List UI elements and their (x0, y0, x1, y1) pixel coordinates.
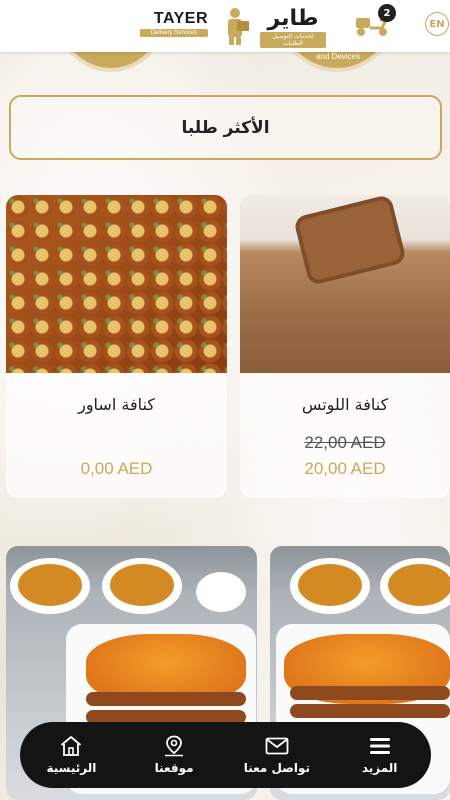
soup (388, 564, 450, 606)
logo-en-title: TAYER (153, 10, 208, 27)
nav-item-more[interactable]: المزيد (335, 727, 425, 783)
product-image-lotus[interactable] (240, 195, 450, 373)
language-toggle-button[interactable]: EN (425, 12, 449, 36)
soup (298, 564, 362, 606)
logo-en-subtitle: Delivery Services (140, 29, 208, 37)
kebab-skewer (290, 704, 450, 718)
kebab-skewer (86, 692, 246, 706)
mail-icon (265, 737, 289, 755)
nav-label-contact: تواصل معنا (243, 761, 310, 775)
pistachio-dots (6, 195, 227, 373)
app-header: TAYER Delivery Services طاير لخدمات التو… (0, 0, 450, 52)
lotus-biscuit-shape (293, 195, 407, 287)
logo-english: TAYER Delivery Services (140, 10, 208, 40)
product-card-lotus[interactable]: كنافة اللوتس 22,00 AED 20,00 AED (240, 195, 450, 498)
delivery-man-icon (216, 6, 254, 46)
menu-icon (369, 738, 390, 754)
yogurt-cup (196, 572, 246, 612)
logo-arabic: طاير لخدمات التوصيل الطلبات (260, 6, 326, 48)
nav-label-more: المزيد (361, 761, 398, 775)
category-circle-right-label: and Devices (315, 52, 361, 61)
soup (18, 564, 82, 606)
cart-count-badge: 2 (378, 4, 396, 22)
nav-label-home: الرئيسية (46, 761, 97, 775)
product-price: 20,00 AED (304, 459, 386, 478)
product-name[interactable]: كنافة اللوتس (240, 395, 450, 414)
product-image-asawer[interactable] (6, 195, 227, 373)
tayer-logo[interactable]: TAYER Delivery Services طاير لخدمات التو… (140, 6, 330, 48)
logo-ar-subtitle: لخدمات التوصيل الطلبات (260, 32, 326, 48)
nav-item-contact[interactable]: تواصل معنا (232, 727, 322, 783)
soup (110, 564, 174, 606)
product-card-asawer[interactable]: كنافة اساور 0,00 AED (6, 195, 227, 498)
nav-item-home[interactable]: الرئيسية (26, 727, 116, 783)
product-price: 0,00 AED (80, 459, 153, 478)
cart-button[interactable]: 2 (352, 4, 396, 44)
product-old-price: 22,00 AED (304, 433, 386, 452)
logo-ar-title: طاير (267, 6, 319, 31)
home-icon (61, 736, 82, 756)
bottom-navigation-bar: المزيد تواصل معنا موقعنا الرئيسية (20, 722, 431, 788)
most-ordered-section-title: الأكثر طلبا (9, 95, 442, 160)
nav-item-location[interactable]: موقعنا (129, 727, 219, 783)
product-name[interactable]: كنافة اساور (6, 395, 227, 414)
kebab-skewer (290, 686, 450, 700)
location-pin-icon (165, 735, 184, 757)
nav-label-location: موقعنا (154, 761, 194, 775)
